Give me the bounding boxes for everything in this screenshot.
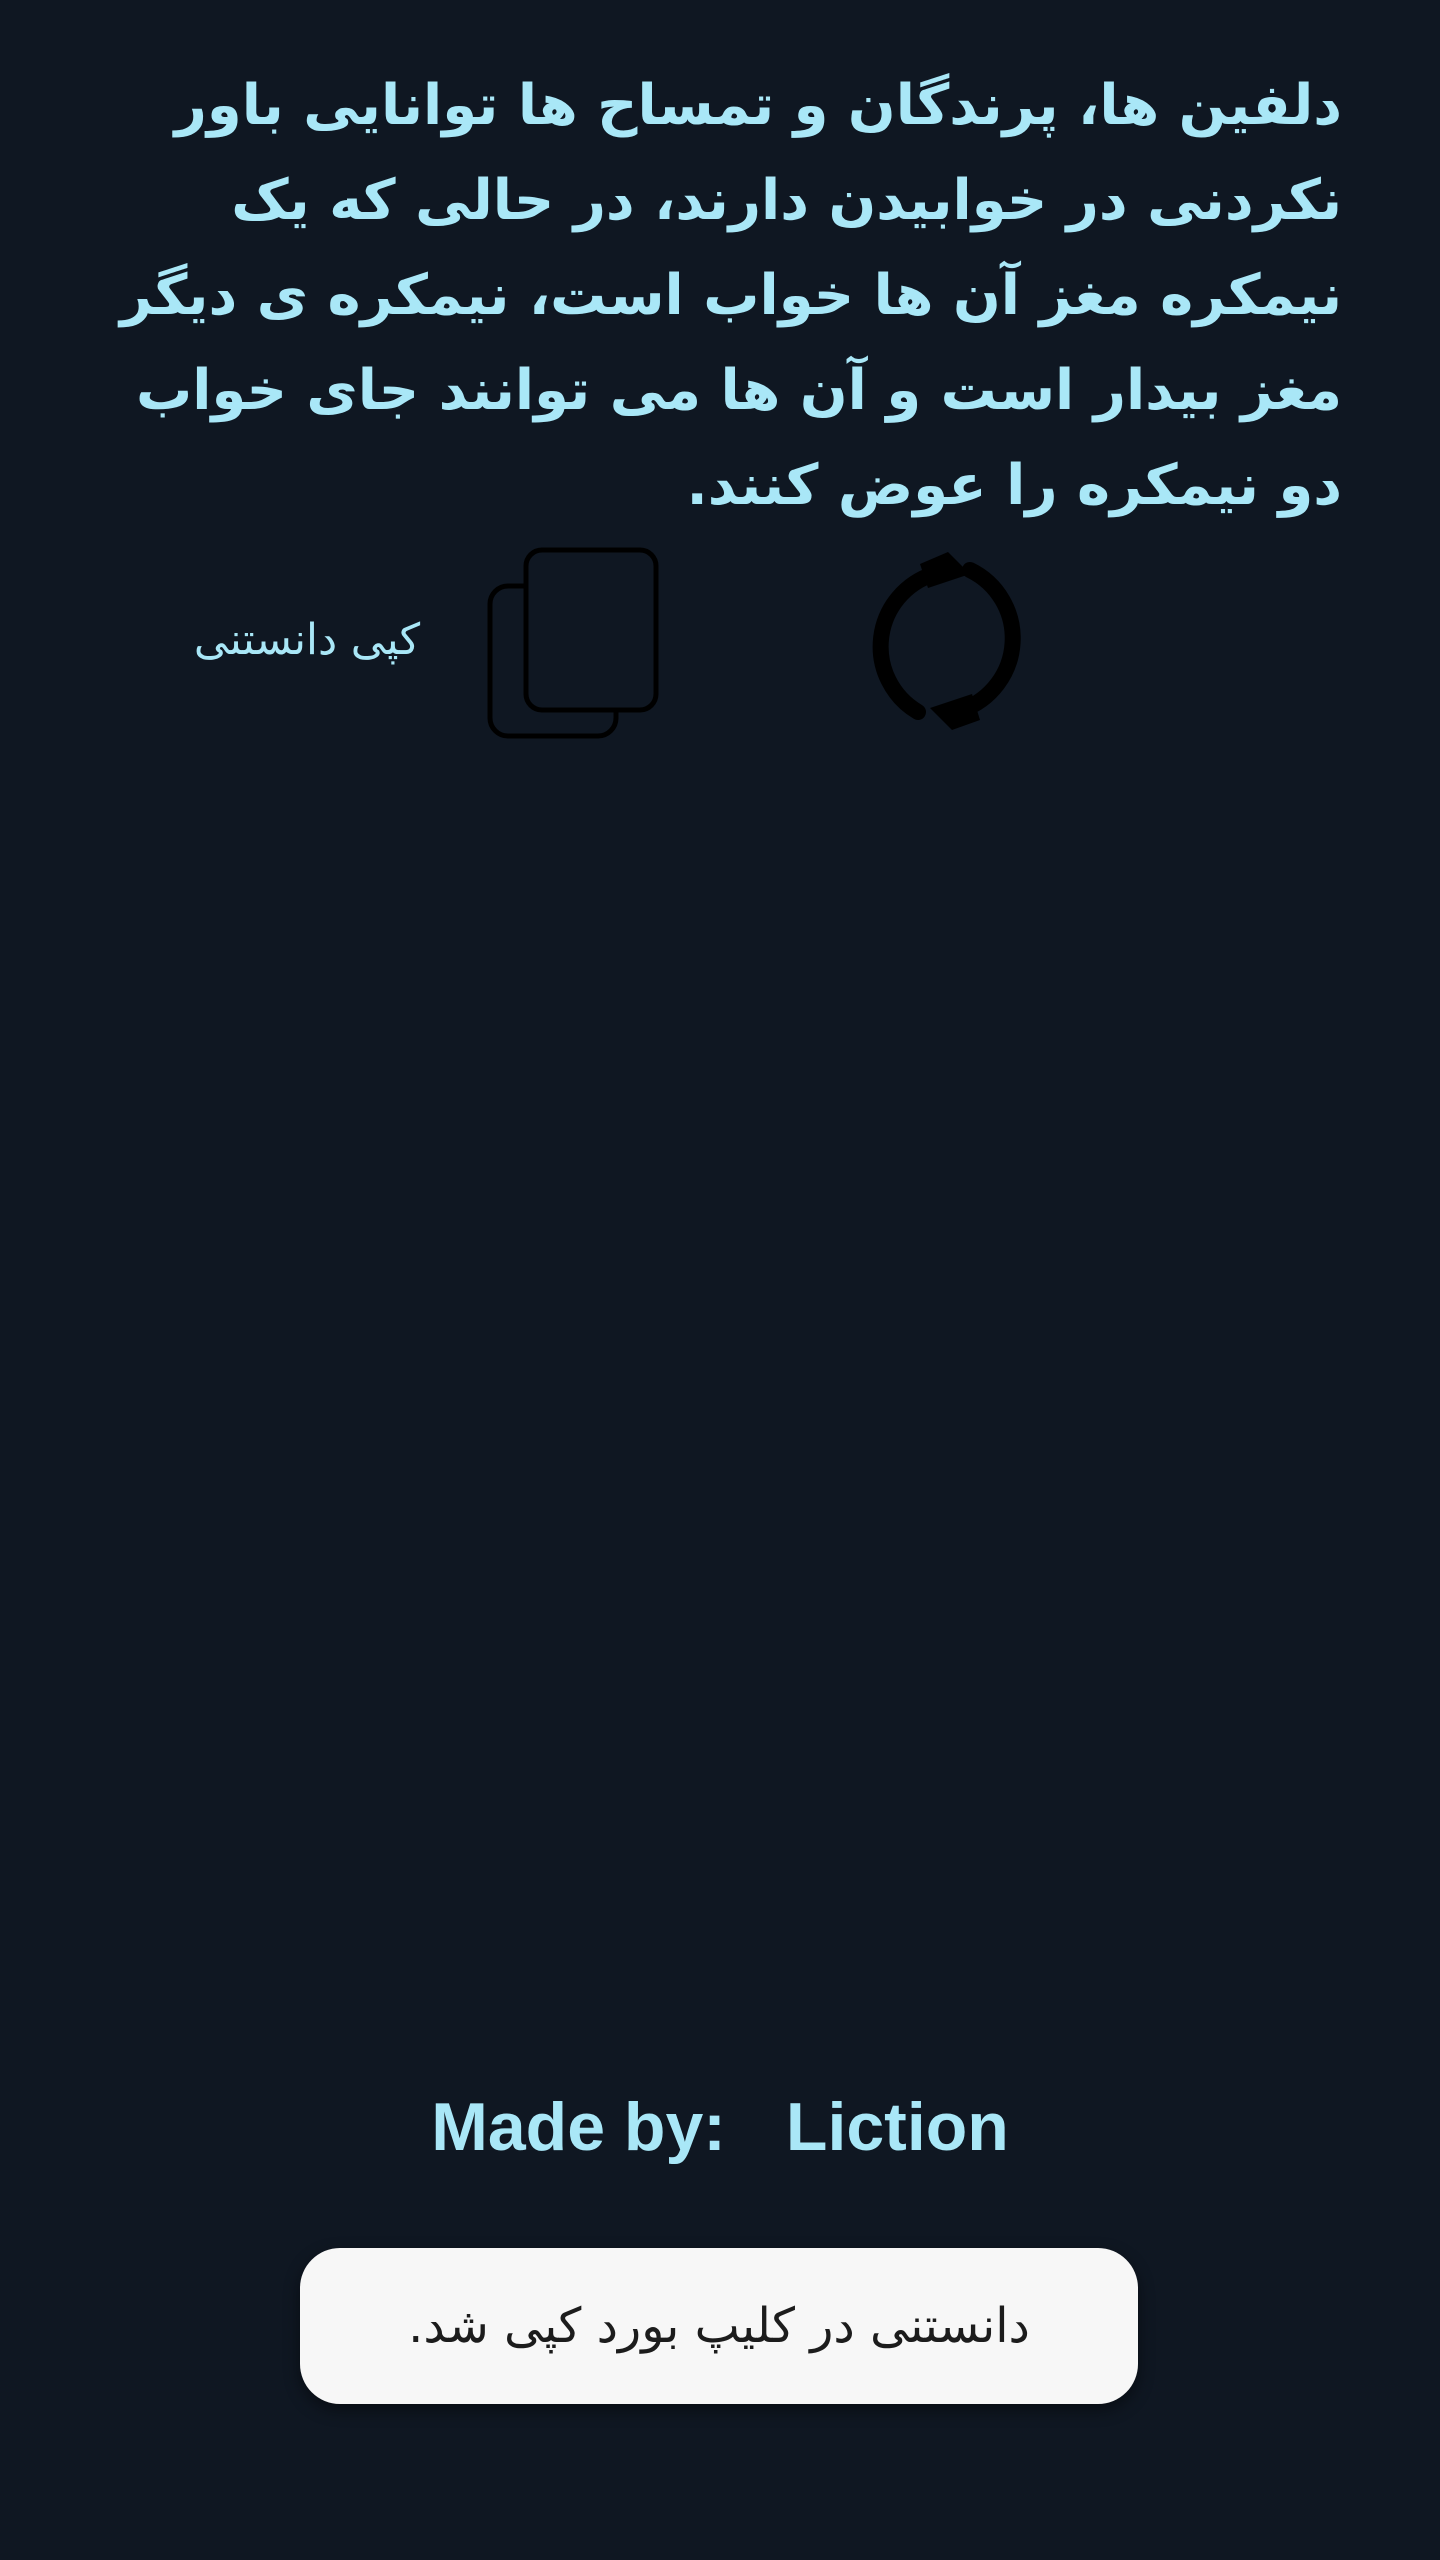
author-name: Liction (785, 2089, 1009, 2165)
credits: Made by: Liction (0, 2082, 1440, 2172)
fact-text: دلفین ها، پرندگان و تمساح ها توانایی باو… (120, 73, 1342, 518)
copy-button[interactable] (486, 546, 660, 742)
refresh-button[interactable] (858, 544, 1038, 740)
made-by-label: Made by: (431, 2089, 726, 2165)
toast-message: دانستنی در کلیپ بورد کپی شد. (300, 2248, 1138, 2404)
copy-icon (487, 547, 659, 739)
copy-fact-label[interactable]: کپی دانستنی (172, 610, 442, 670)
refresh-icon (872, 552, 1021, 730)
